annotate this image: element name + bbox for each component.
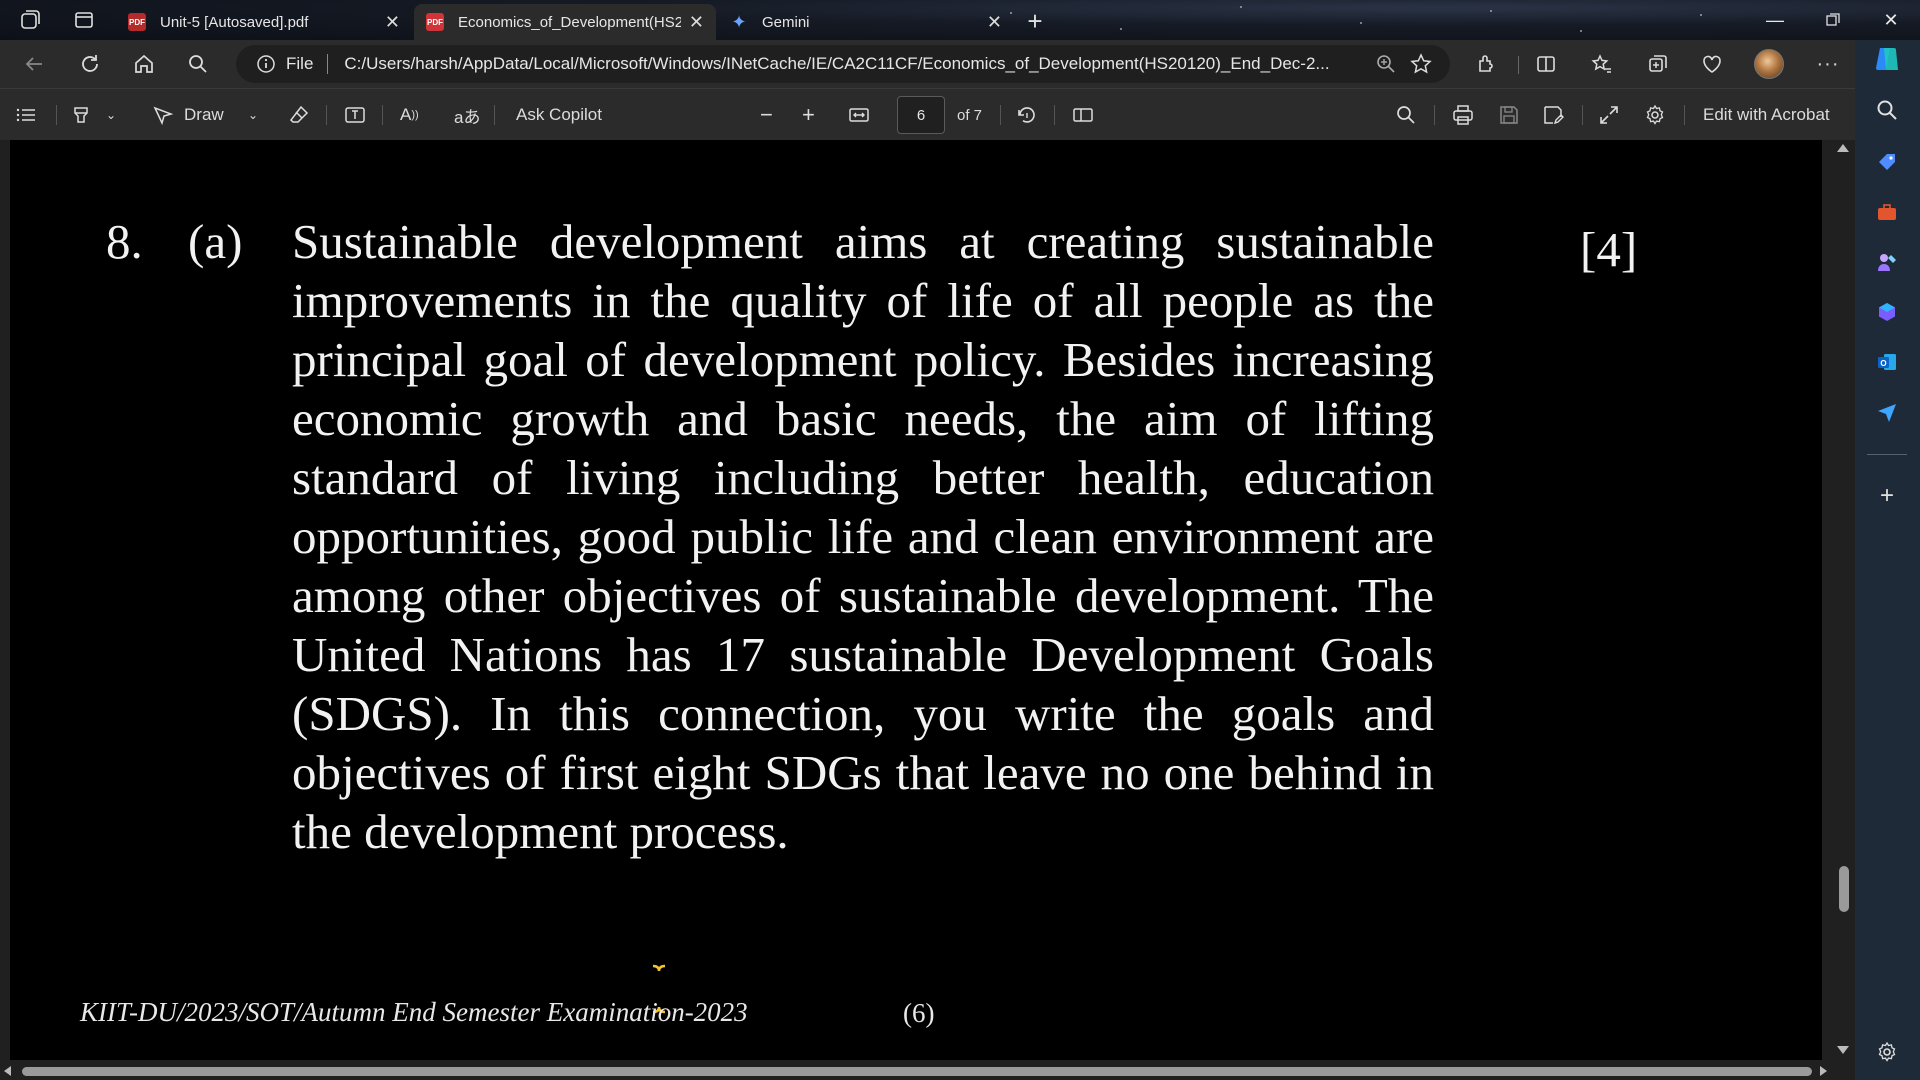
pdf-page: 8. (a) Sustainable development aims at c… [10, 140, 1822, 1060]
add-icon[interactable]: + [1873, 482, 1901, 510]
tab-unit5[interactable]: PDF Unit-5 [Autosaved].pdf ✕ [116, 4, 412, 40]
back-button[interactable] [16, 48, 52, 80]
address-bar[interactable]: File C:/Users/harsh/AppData/Local/Micros… [236, 45, 1450, 83]
chevron-down-icon[interactable]: ⌄ [106, 101, 116, 129]
pdf-icon: PDF [128, 13, 146, 31]
close-icon[interactable]: ✕ [987, 12, 1002, 33]
fit-width-icon[interactable] [848, 101, 870, 129]
shopping-tag-icon[interactable] [1873, 148, 1901, 176]
draw-button[interactable]: Draw [152, 101, 224, 129]
scroll-down-arrow-icon[interactable] [1837, 1046, 1849, 1054]
more-menu-icon[interactable]: ··· [1810, 48, 1846, 80]
scroll-left-arrow-icon[interactable] [4, 1066, 11, 1076]
extensions-icon[interactable] [1468, 48, 1504, 80]
search-icon[interactable] [1396, 101, 1416, 129]
divider [1867, 454, 1907, 455]
gemini-sparkle-icon: ✦ [731, 11, 747, 32]
search-icon[interactable] [1873, 96, 1901, 124]
text-box-icon[interactable] [344, 101, 366, 129]
vertical-scroll-thumb[interactable] [1839, 866, 1849, 912]
horizontal-scroll-thumb[interactable] [22, 1067, 1812, 1076]
split-screen-icon[interactable] [1528, 48, 1564, 80]
copilot-icon[interactable] [1870, 42, 1904, 76]
zoom-in-button[interactable]: + [802, 101, 815, 129]
close-window-button[interactable]: ✕ [1864, 0, 1918, 40]
ask-copilot-button[interactable]: Ask Copilot [516, 101, 602, 129]
microsoft-365-icon[interactable] [1873, 298, 1901, 326]
outlook-icon[interactable]: O [1873, 348, 1901, 376]
tab-strip: PDF Unit-5 [Autosaved].pdf ✕ PDF Economi… [0, 0, 1920, 40]
games-icon[interactable] [1873, 248, 1901, 276]
pdf-toolbar: ⌄ Draw ⌄ A)) aあ Ask Copilot − + 6 of 7 E… [0, 88, 1855, 140]
marks-label: [4] [1580, 222, 1638, 277]
print-icon[interactable] [1452, 101, 1474, 129]
favorites-icon[interactable] [1584, 48, 1620, 80]
vertical-scrollbar[interactable] [1832, 140, 1855, 1072]
send-icon[interactable] [1873, 398, 1901, 426]
chevron-down-icon[interactable]: ⌄ [248, 101, 258, 129]
draw-label: Draw [184, 105, 224, 124]
divider [327, 54, 329, 74]
minimize-button[interactable]: — [1748, 0, 1802, 40]
question-number: 8. [106, 214, 143, 269]
pdf-icon: PDF [426, 13, 444, 31]
search-icon[interactable] [180, 48, 216, 80]
new-tab-button[interactable]: + [1018, 6, 1052, 36]
restore-button[interactable] [1806, 0, 1860, 40]
page-view-icon[interactable] [1072, 101, 1094, 129]
question-part: (a) [188, 214, 243, 269]
contents-list-icon[interactable] [14, 101, 38, 129]
edit-with-acrobat-button[interactable]: Edit with Acrobat [1703, 101, 1830, 129]
translate-icon[interactable]: aあ [454, 101, 480, 129]
tab-actions-icon[interactable] [72, 8, 100, 32]
avatar[interactable] [1754, 49, 1784, 79]
page-number-input[interactable]: 6 [897, 96, 945, 134]
tab-gemini[interactable]: ✦ Gemini ✕ [718, 4, 1014, 40]
favorite-star-icon[interactable] [1410, 53, 1432, 75]
address-toolbar: File C:/Users/harsh/AppData/Local/Micros… [0, 40, 1855, 88]
tab-title: Unit-5 [Autosaved].pdf [160, 13, 309, 31]
highlight-icon[interactable] [70, 101, 92, 129]
tab-title: Gemini [762, 13, 810, 31]
collections-icon[interactable] [1640, 48, 1676, 80]
url-text[interactable]: C:/Users/harsh/AppData/Local/Microsoft/W… [344, 54, 1366, 74]
divider [1518, 56, 1519, 74]
exam-footer: KIIT-DU/2023/SOT/Autumn End Semester Exa… [80, 997, 748, 1027]
read-aloud-icon[interactable]: A)) [400, 101, 419, 129]
url-scheme-label: File [286, 54, 314, 73]
scroll-right-arrow-icon[interactable] [1820, 1066, 1827, 1076]
zoom-out-button[interactable]: − [760, 101, 773, 129]
tab-title: Economics_of_Development(HS2 [458, 13, 681, 31]
info-icon[interactable] [256, 54, 276, 74]
home-button[interactable] [126, 48, 162, 80]
svg-text:O: O [1880, 359, 1886, 368]
rotate-icon[interactable] [1016, 101, 1038, 129]
edge-sidebar: O + [1855, 40, 1920, 1080]
save-icon[interactable] [1498, 101, 1520, 129]
workspaces-icon[interactable] [18, 8, 46, 32]
browser-essentials-icon[interactable] [1694, 48, 1730, 80]
tab-economics[interactable]: PDF Economics_of_Development(HS2 ✕ [414, 4, 716, 40]
question-body: Sustainable development aims at creating… [292, 214, 1434, 859]
sidebar-settings-gear-icon[interactable] [1873, 1038, 1901, 1066]
close-icon[interactable]: ✕ [385, 12, 400, 33]
pdf-viewport[interactable]: 8. (a) Sustainable development aims at c… [0, 140, 1855, 1080]
refresh-button[interactable] [72, 48, 108, 80]
eraser-icon[interactable] [288, 101, 310, 129]
save-as-icon[interactable] [1542, 101, 1564, 129]
page-footer-number: (6) [903, 998, 935, 1028]
horizontal-scrollbar[interactable] [0, 1062, 1832, 1080]
zoom-icon[interactable] [1376, 54, 1396, 74]
page-total: of 7 [957, 106, 983, 124]
settings-gear-icon[interactable] [1644, 101, 1666, 129]
scroll-up-arrow-icon[interactable] [1837, 144, 1849, 152]
fullscreen-icon[interactable] [1598, 101, 1620, 129]
tools-briefcase-icon[interactable] [1873, 198, 1901, 226]
draw-icon [153, 106, 174, 126]
close-icon[interactable]: ✕ [689, 12, 704, 33]
